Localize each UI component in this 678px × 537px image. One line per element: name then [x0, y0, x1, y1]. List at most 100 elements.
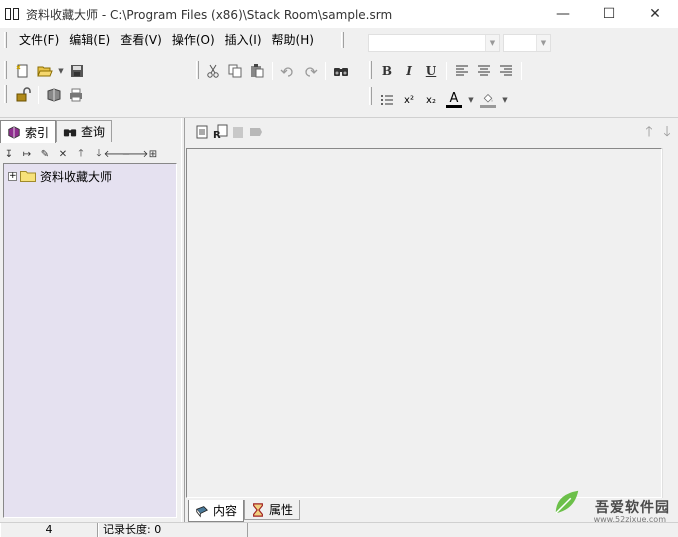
- maximize-button[interactable]: ☐: [586, 0, 632, 28]
- tree-structure-icon[interactable]: ⊞: [147, 146, 159, 162]
- index-panel-tabs: 索引 查询: [0, 120, 113, 143]
- rename-pencil-icon[interactable]: ✎: [39, 146, 51, 162]
- tab-index-label: 索引: [25, 125, 50, 140]
- bullets-button[interactable]: [376, 89, 398, 111]
- rtf-document-icon[interactable]: R: [212, 124, 228, 140]
- paste-button[interactable]: [246, 60, 268, 82]
- new-file-button[interactable]: [12, 60, 34, 82]
- italic-button[interactable]: I: [398, 60, 420, 82]
- chevron-down-icon[interactable]: ▼: [485, 35, 499, 51]
- command-bars: 文件(F) 编辑(E) 查看(V) 操作(O) 插入(I) 帮助(H) ▼ ▼ …: [0, 28, 678, 118]
- move-up-icon[interactable]: 🡑: [75, 146, 87, 162]
- menu-insert[interactable]: 插入(I): [220, 29, 267, 51]
- format-toolbar-2: x² x₂ A ▼ ▼: [376, 89, 510, 111]
- underline-button[interactable]: U: [420, 60, 442, 82]
- undo-button[interactable]: [277, 60, 299, 82]
- chevron-down-icon[interactable]: ▼: [536, 35, 550, 51]
- index-panel: 索引 查询 ↧ ↦ ✎ ✕ 🡑 🡓 🡐 🡒 ⊞ + 资料收藏大师: [0, 118, 181, 522]
- insert-child-icon[interactable]: ↧: [3, 146, 15, 162]
- menu-view[interactable]: 查看(V): [115, 29, 167, 51]
- insert-sibling-icon[interactable]: ↦: [21, 146, 33, 162]
- redo-button[interactable]: [299, 60, 321, 82]
- highlight-swatch: [480, 104, 496, 108]
- save-disk-icon: [71, 65, 83, 77]
- toolbar-separator: [446, 62, 447, 80]
- disabled-copy-icon[interactable]: [230, 124, 246, 140]
- tab-content[interactable]: 内容: [188, 500, 245, 522]
- font-color-button[interactable]: A: [442, 89, 466, 111]
- align-center-button[interactable]: [473, 60, 495, 82]
- toolbar-separator: [38, 86, 39, 104]
- record-toolbar: [12, 84, 87, 106]
- window-title: 资料收藏大师 - C:\Program Files (x86)\Stack Ro…: [26, 7, 393, 22]
- menu-edit[interactable]: 编辑(E): [64, 29, 115, 51]
- format-toolbar-grip[interactable]: [369, 61, 372, 79]
- unlock-button[interactable]: [12, 84, 34, 106]
- tree-toolbar: ↧ ↦ ✎ ✕ 🡑 🡓 🡐 🡒 ⊞: [3, 145, 177, 163]
- align-right-button[interactable]: [495, 60, 517, 82]
- font-color-dropdown[interactable]: ▼: [466, 96, 476, 104]
- redo-icon: [305, 67, 318, 77]
- tab-search-label: 查询: [81, 125, 106, 139]
- tab-properties-label: 属性: [269, 503, 294, 517]
- highlight-button[interactable]: [476, 89, 500, 111]
- cut-button[interactable]: [202, 60, 224, 82]
- delete-x-icon[interactable]: ✕: [57, 146, 69, 162]
- tab-properties[interactable]: 属性: [244, 500, 301, 520]
- menu-file[interactable]: 文件(F): [14, 29, 64, 51]
- toolbar-grip[interactable]: [4, 61, 7, 79]
- book-stack-icon: [8, 126, 20, 139]
- format-toolbar: B I U: [376, 60, 526, 82]
- tree-node-root[interactable]: + 资料收藏大师: [8, 168, 112, 184]
- toolbar-separator: [521, 62, 522, 80]
- scissors-icon: [207, 64, 219, 78]
- book-icon: [47, 88, 61, 102]
- index-tree[interactable]: + 资料收藏大师: [3, 163, 177, 518]
- copy-button[interactable]: [224, 60, 246, 82]
- edit-toolbar-grip[interactable]: [196, 61, 199, 79]
- file-toolbar: ▼: [12, 60, 88, 82]
- align-left-button[interactable]: [451, 60, 473, 82]
- panel-splitter[interactable]: [181, 118, 185, 522]
- bold-button[interactable]: B: [376, 60, 398, 82]
- tree-expander[interactable]: +: [8, 171, 17, 181]
- next-record-arrow-icon[interactable]: 🡓: [658, 124, 676, 142]
- toolbar-separator: [325, 62, 326, 80]
- tab-search[interactable]: 查询: [56, 120, 113, 142]
- open-dropdown-arrow[interactable]: ▼: [56, 67, 66, 75]
- vertical-scrollbar[interactable]: [662, 148, 678, 498]
- font-size-combo[interactable]: ▼: [503, 34, 551, 52]
- document-icon[interactable]: [194, 124, 210, 140]
- new-document-icon: [16, 64, 28, 78]
- format-toolbar2-grip[interactable]: [369, 87, 372, 105]
- font-color-letter: A: [449, 91, 459, 106]
- print-button[interactable]: [65, 84, 87, 106]
- status-record-length: 记录长度: 0: [98, 523, 248, 537]
- tab-index[interactable]: 索引: [0, 120, 57, 143]
- content-editor[interactable]: [186, 148, 662, 498]
- menu-help[interactable]: 帮助(H): [267, 29, 319, 51]
- menu-operate[interactable]: 操作(O): [167, 29, 220, 51]
- open-file-button[interactable]: [34, 60, 56, 82]
- disabled-link-icon[interactable]: [248, 124, 264, 140]
- save-button[interactable]: [66, 60, 88, 82]
- book-icon: [196, 505, 208, 517]
- minimize-button[interactable]: —: [540, 0, 586, 28]
- move-right-icon[interactable]: 🡒: [122, 146, 149, 162]
- status-bar: 4 记录长度: 0: [0, 522, 678, 537]
- superscript-button[interactable]: x²: [398, 89, 420, 111]
- copy-icon: [228, 64, 242, 78]
- folder-icon: [20, 171, 36, 182]
- tree-node-label: 资料收藏大师: [40, 169, 113, 184]
- subscript-button[interactable]: x₂: [420, 89, 442, 111]
- close-button[interactable]: ✕: [632, 0, 678, 28]
- font-bar-grip[interactable]: [341, 32, 344, 48]
- align-center-icon: [478, 65, 490, 76]
- prev-record-arrow-icon[interactable]: 🡑: [640, 124, 658, 142]
- clipboard-icon: [251, 64, 264, 78]
- toolbar2-grip[interactable]: [4, 85, 7, 103]
- font-name-combo[interactable]: ▼: [368, 34, 500, 52]
- find-button[interactable]: [330, 60, 352, 82]
- highlight-dropdown[interactable]: ▼: [500, 96, 510, 104]
- book-button[interactable]: [43, 84, 65, 106]
